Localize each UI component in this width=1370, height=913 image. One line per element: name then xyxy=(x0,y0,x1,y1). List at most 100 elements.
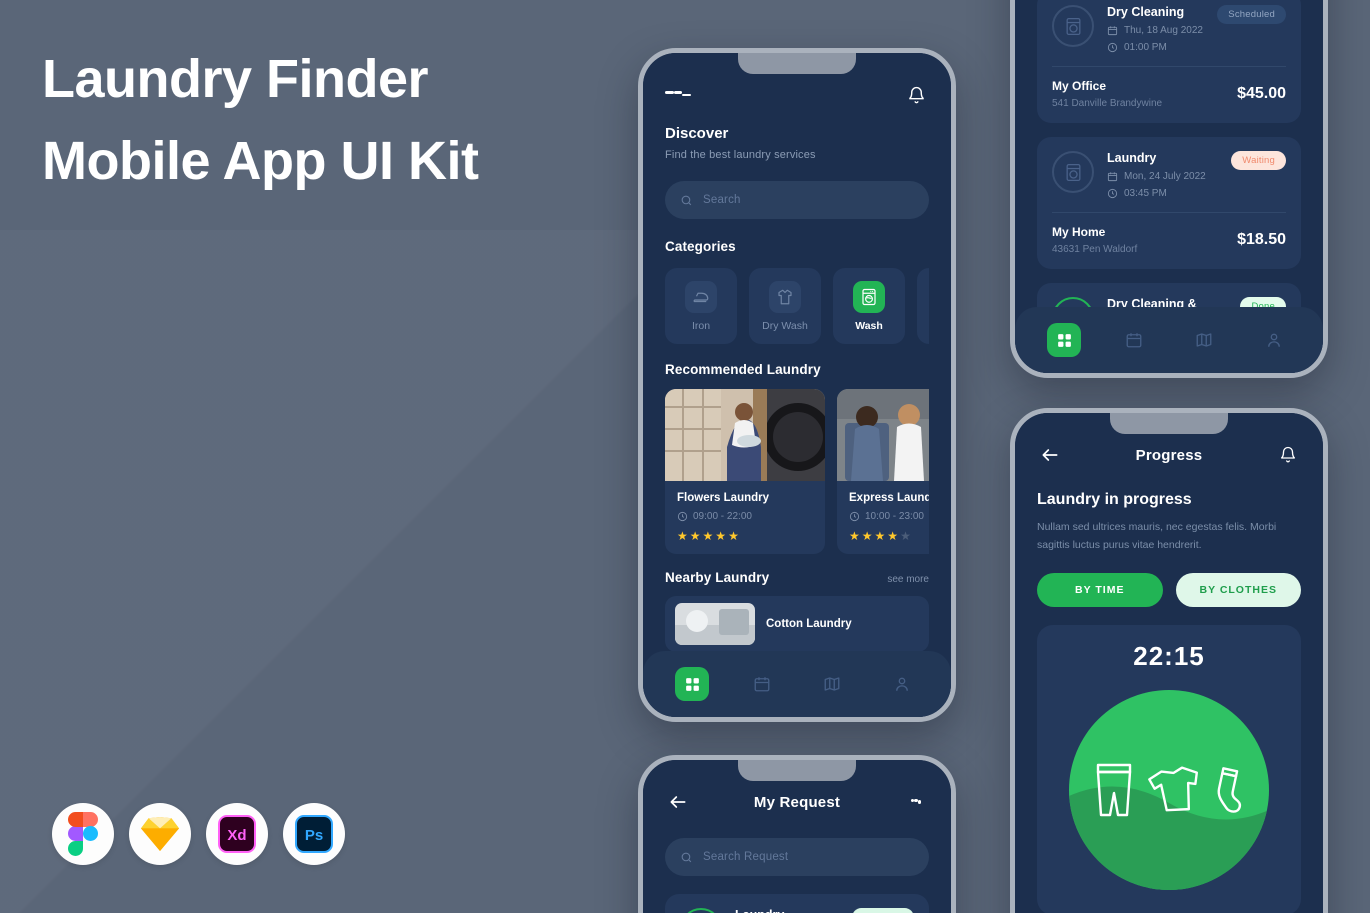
nearby-name: Cotton Laundry xyxy=(766,618,852,630)
recommended-card[interactable]: Flowers Laundry 09:00 - 22:00 ★ ★ ★ ★ ★ xyxy=(665,389,825,554)
recommended-title: Recommended Laundry xyxy=(665,362,821,377)
order-address: 541 Danville Brandywine xyxy=(1052,98,1163,109)
clock-icon xyxy=(849,511,860,522)
nearby-list-item[interactable]: Cotton Laundry xyxy=(665,596,929,652)
status-badge: Scheduled xyxy=(1217,5,1286,24)
page-title-line1: Laundry Finder xyxy=(42,49,429,109)
bell-icon[interactable] xyxy=(903,82,929,108)
phone-orders: Dry Cleaning Thu, 18 Aug 2022 01:00 PM S… xyxy=(1010,0,1328,378)
nav-profile[interactable] xyxy=(1257,323,1291,357)
status-ring xyxy=(1052,151,1094,193)
request-item-title: Laundry xyxy=(735,908,839,913)
order-address: 43631 Pen Waldorf xyxy=(1052,244,1138,255)
clock-icon xyxy=(677,511,688,522)
order-date: Thu, 18 Aug 2022 xyxy=(1124,25,1203,36)
calendar-icon xyxy=(754,677,770,692)
order-date-row: Thu, 18 Aug 2022 xyxy=(1107,25,1204,36)
order-time-row: 01:00 PM xyxy=(1107,42,1204,53)
progress-description: Nullam sed ultrices mauris, nec egestas … xyxy=(1037,521,1277,552)
figma-icon[interactable] xyxy=(52,803,114,865)
arrow-left-icon[interactable] xyxy=(1037,442,1063,468)
order-card[interactable]: Dry Cleaning Thu, 18 Aug 2022 01:00 PM S… xyxy=(1037,0,1301,123)
timer-panel: 22:15 xyxy=(1037,624,1301,913)
photoshop-icon[interactable]: Ps xyxy=(283,803,345,865)
order-place: My Office xyxy=(1052,79,1107,93)
svg-text:Xd: Xd xyxy=(227,827,246,844)
calendar-icon xyxy=(1107,26,1118,36)
status-ring xyxy=(680,908,722,913)
category-wash[interactable]: Wash xyxy=(833,268,905,344)
request-search-input[interactable]: Search Request xyxy=(665,838,929,876)
status-badge: Waiting xyxy=(1231,151,1286,170)
adobe-xd-icon[interactable]: Xd xyxy=(206,803,268,865)
phone-progress: Progress Laundry in progress Nullam sed … xyxy=(1010,408,1328,913)
order-date-row: Mon, 24 July 2022 xyxy=(1107,171,1218,182)
nav-calendar[interactable] xyxy=(745,667,779,701)
washing-machine-icon xyxy=(1066,17,1080,35)
laundry-name: Flowers Laundry xyxy=(677,492,770,504)
sketch-icon[interactable] xyxy=(129,803,191,865)
background-watermark xyxy=(0,170,700,913)
category-drying[interactable]: Drying xyxy=(917,268,929,344)
laundry-hours: 09:00 - 22:00 xyxy=(693,511,752,522)
tab-by-clothes[interactable]: BY CLOTHES xyxy=(1175,572,1301,607)
grid-icon xyxy=(685,677,699,691)
request-title: My Request xyxy=(753,793,841,811)
arrow-left-icon[interactable] xyxy=(665,789,691,815)
request-search-placeholder: Search Request xyxy=(703,851,789,863)
nav-profile[interactable] xyxy=(885,667,919,701)
phone-discover: Discover Find the best laundry services … xyxy=(638,48,956,722)
category-label: Dry Wash xyxy=(762,319,808,332)
person-icon xyxy=(896,677,908,691)
bottom-nav xyxy=(643,651,951,717)
more-vertical-icon[interactable] xyxy=(903,789,929,815)
order-place: My Home xyxy=(1052,225,1106,239)
tab-by-time[interactable]: BY TIME xyxy=(1037,572,1163,607)
calendar-icon xyxy=(1107,172,1118,182)
request-list-item[interactable]: Laundry On going xyxy=(665,894,929,913)
recommended-list: Flowers Laundry 09:00 - 22:00 ★★★★★ xyxy=(665,389,929,554)
phone-notch xyxy=(1110,413,1228,434)
phone-my-request: My Request Search Request Laundry On goi… xyxy=(638,755,956,913)
order-service: Laundry xyxy=(1107,151,1157,165)
nearby-header: Nearby Laundry see more xyxy=(665,570,929,585)
order-card[interactable]: Laundry Mon, 24 July 2022 03:45 PM Waiti… xyxy=(1037,137,1301,269)
laundry-photo xyxy=(837,389,929,481)
categories-title: Categories xyxy=(665,239,736,254)
laundry-photo xyxy=(665,389,825,481)
category-dry-wash[interactable]: Dry Wash xyxy=(749,268,821,344)
nav-calendar[interactable] xyxy=(1117,323,1151,357)
clothes-icon-group xyxy=(1069,690,1269,890)
recommended-card[interactable]: Express Laundry 10:00 - 23:00 ★★★★★ xyxy=(837,389,929,554)
status-badge: On going xyxy=(851,908,914,913)
hamburger-icon[interactable] xyxy=(665,82,692,108)
category-iron[interactable]: Iron xyxy=(665,268,737,344)
grid-icon xyxy=(1057,333,1071,347)
category-label: Wash xyxy=(855,319,883,332)
clock-icon xyxy=(1107,42,1118,53)
iron-icon xyxy=(685,280,717,313)
laundry-hours-row: 09:00 - 22:00 xyxy=(677,511,813,522)
nav-map[interactable] xyxy=(815,667,849,701)
search-icon xyxy=(681,852,692,862)
order-price: $45.00 xyxy=(1237,85,1286,102)
bell-icon[interactable] xyxy=(1275,442,1301,468)
see-more-link[interactable]: see more xyxy=(887,574,929,585)
status-ring xyxy=(1052,5,1094,47)
washing-machine-icon xyxy=(853,280,885,313)
nav-grid[interactable] xyxy=(675,667,709,701)
laundry-hours-row: 10:00 - 23:00 xyxy=(849,511,929,522)
phone-notch xyxy=(738,760,856,781)
nav-grid[interactable] xyxy=(1047,323,1081,357)
clock-icon xyxy=(1107,188,1118,199)
nearby-title: Nearby Laundry xyxy=(665,570,770,585)
search-input[interactable]: Search xyxy=(665,181,929,219)
order-time: 03:45 PM xyxy=(1124,188,1167,199)
nav-map[interactable] xyxy=(1187,323,1221,357)
request-screen: My Request Search Request Laundry On goi… xyxy=(643,760,951,913)
progress-screen: Progress Laundry in progress Nullam sed … xyxy=(1015,413,1323,913)
laundry-hours: 10:00 - 23:00 xyxy=(865,511,924,522)
progress-title: Progress xyxy=(1135,446,1203,464)
map-icon xyxy=(824,677,840,691)
progress-tabs: BY TIME BY CLOTHES xyxy=(1037,572,1301,607)
